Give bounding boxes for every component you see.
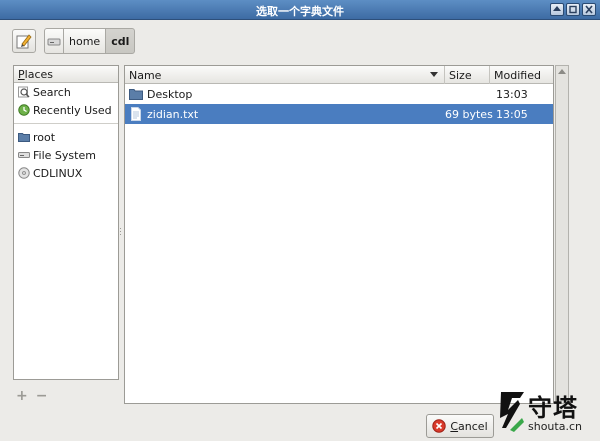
title-bar: 选取一个字典文件	[0, 0, 600, 20]
text-file-icon	[131, 107, 141, 121]
file-name-cell: Desktop	[125, 88, 445, 101]
window-controls	[550, 3, 596, 16]
sort-descending-icon	[430, 72, 438, 77]
file-list-scrollbar[interactable]	[555, 65, 569, 404]
sidebar-item-file-system[interactable]: File System	[14, 146, 118, 164]
recent-icon	[18, 104, 30, 116]
file-name-cell: zidian.txt	[125, 107, 445, 121]
places-header-mnemonic: P	[18, 68, 25, 81]
column-header-size[interactable]: Size	[445, 66, 490, 84]
sidebar-item-label: CDLINUX	[33, 166, 83, 180]
close-window-button[interactable]	[582, 3, 596, 16]
folder-icon	[129, 89, 143, 100]
places-actions: + −	[16, 388, 47, 404]
path-segment-cdl[interactable]: cdl	[105, 28, 136, 54]
path-segment-home[interactable]: home	[63, 28, 107, 54]
column-header-label: Name	[129, 69, 162, 82]
file-modified: 13:03	[496, 87, 528, 101]
path-scroll-left[interactable]	[44, 28, 64, 54]
drive-icon	[18, 152, 30, 158]
places-header[interactable]: Places	[14, 66, 118, 83]
remove-bookmark-button[interactable]: −	[36, 388, 48, 404]
sidebar-item-search[interactable]: Search	[14, 83, 118, 101]
column-header-label: Size	[449, 69, 472, 82]
places-sidebar: Places Search Recently Used root File Sy…	[13, 65, 119, 380]
sidebar-item-root[interactable]: root	[14, 128, 118, 146]
drive-icon	[47, 38, 61, 46]
cancel-button[interactable]: Cancel	[426, 414, 494, 438]
table-row[interactable]: Desktop 13:03	[125, 84, 553, 104]
edit-location-icon	[16, 34, 32, 49]
column-header-modified[interactable]: Modified	[490, 66, 553, 84]
places-header-label: laces	[24, 68, 53, 81]
maximize-icon	[569, 5, 577, 14]
watermark-url: shouta.cn	[528, 420, 582, 433]
sidebar-item-label: Recently Used	[33, 103, 112, 117]
file-name: zidian.txt	[147, 107, 199, 121]
disc-icon	[18, 167, 30, 179]
window-title: 选取一个字典文件	[256, 5, 344, 18]
path-segment-label: home	[69, 34, 101, 48]
shade-button[interactable]	[550, 3, 564, 16]
file-size: 69 bytes	[445, 107, 493, 121]
column-header-label: Modified	[494, 69, 541, 82]
file-list-header: Name Size Modified	[125, 66, 553, 84]
search-icon	[18, 86, 30, 98]
watermark-brand: 守塔	[528, 394, 578, 422]
cancel-icon	[432, 419, 447, 433]
column-header-name[interactable]: Name	[125, 66, 445, 84]
site-watermark: 守塔 shouta.cn	[498, 386, 598, 440]
shade-icon	[553, 6, 561, 11]
close-icon	[585, 5, 593, 14]
folder-icon	[18, 133, 30, 142]
edit-location-button[interactable]	[12, 29, 36, 53]
brand-logo-icon	[500, 392, 524, 432]
places-separator	[14, 123, 118, 124]
table-row[interactable]: zidian.txt 69 bytes 13:05	[125, 104, 553, 124]
file-name: Desktop	[147, 87, 193, 101]
file-modified: 13:05	[496, 107, 528, 121]
sidebar-item-recently-used[interactable]: Recently Used	[14, 101, 118, 119]
sidebar-item-cdlinux[interactable]: CDLINUX	[14, 164, 118, 182]
sidebar-item-label: Search	[33, 85, 71, 99]
cancel-button-label: Cancel	[450, 419, 488, 433]
sidebar-item-label: File System	[33, 148, 96, 162]
path-bar: home cdl	[44, 28, 136, 54]
file-list: Name Size Modified Desktop 13:03 zidian.…	[124, 65, 554, 404]
add-bookmark-button[interactable]: +	[16, 388, 28, 404]
pane-splitter-handle[interactable]	[119, 226, 123, 240]
maximize-button[interactable]	[566, 3, 580, 16]
path-segment-label: cdl	[111, 34, 130, 48]
scroll-up-arrow-icon[interactable]	[558, 69, 566, 74]
sidebar-item-label: root	[33, 130, 56, 144]
